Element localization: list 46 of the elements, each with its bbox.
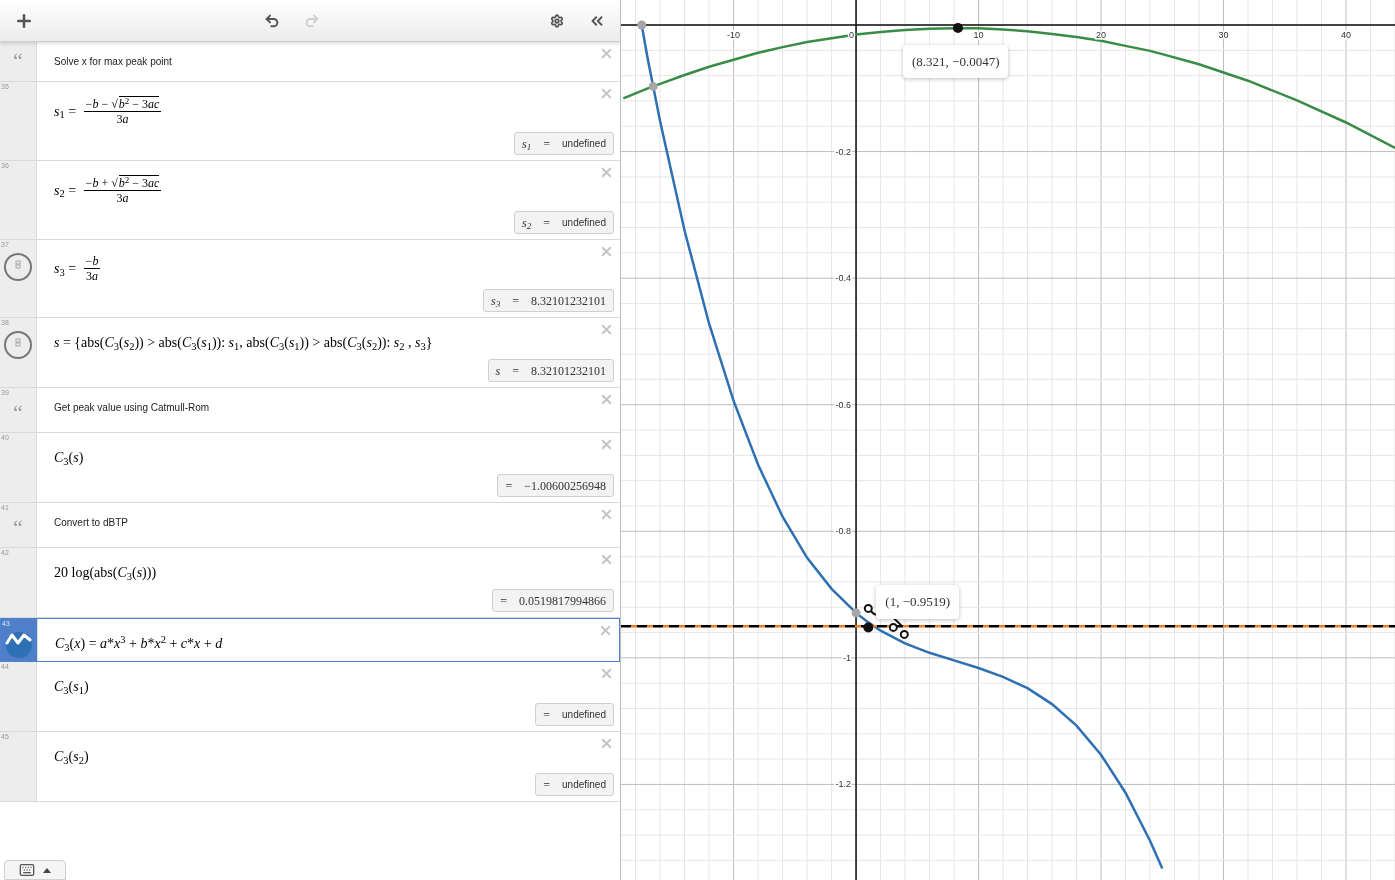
axis-label: 40: [1341, 30, 1351, 40]
formula: x$^{2}$ + c: [154, 633, 187, 653]
note-text: Solve x for max peak point: [54, 55, 172, 69]
fraction: −b + √b$^{2}$ − 3ac 3a: [83, 175, 162, 205]
formula: C$_{3}$(s$_{1}$): [54, 678, 89, 697]
axis-label: 10: [973, 30, 984, 40]
result-badge: s$_{2}$ = undefined: [514, 211, 614, 234]
formula: x$^{3}$ + b: [114, 633, 148, 653]
quote-icon: “: [13, 50, 23, 72]
formula: s$_{2}$ =: [54, 181, 78, 201]
note-text: Convert to dBTP: [54, 516, 128, 530]
fraction: −b 3a: [83, 254, 101, 283]
point-tooltip: (1, −0.9519): [876, 585, 960, 619]
formula: C$_{3}$(x) = a: [55, 635, 108, 654]
axis-label: -0.4: [835, 273, 852, 284]
result-badge: s = 8.32101232101: [487, 359, 614, 382]
quote-icon: “: [13, 402, 23, 424]
axis-label: -0.8: [835, 526, 852, 537]
axis-label: -1: [843, 652, 852, 663]
axis-label: -0.6: [835, 399, 852, 410]
result-badge: = 0.0519817994866: [492, 589, 614, 612]
result-badge: = undefined: [535, 773, 614, 796]
formula: C$_{3}$(s$_{2}$): [54, 748, 89, 767]
formula: 20 log(abs(C$_{3}$(s))): [54, 564, 157, 583]
axis-label: -1.2: [835, 779, 852, 790]
quote-icon: “: [13, 517, 23, 539]
point-tooltip: (8.321, −0.0047): [902, 44, 1009, 79]
axis-label: 0: [849, 30, 855, 40]
axis-label: -10: [727, 30, 741, 40]
result-badge: s$_{3}$ = 8.32101232101: [483, 289, 614, 312]
axis-label: -0.2: [835, 146, 852, 157]
formula: *: [187, 635, 194, 653]
result-badge: = −1.00600256948: [497, 474, 614, 497]
formula: s$_{3}$ =: [54, 260, 78, 279]
axis-label: 30: [1218, 30, 1229, 40]
note-text: Get peak value using Catmull-Rom: [54, 401, 210, 415]
formula: *: [107, 635, 115, 653]
formula: s$_{1}$ =: [54, 102, 78, 122]
formula: s = {abs(C$_{3}$(s$_{2}$)) > abs(C$_{3}$(s$_{1}$)): s$_{1}$, abs(C$_{3}$(s$_{1}$)) > abs(C$_{3}$(s$_{2}$)): s$_{2}$ , s$_{3}$}: [54, 334, 433, 353]
result-badge: = undefined: [535, 703, 614, 726]
fraction: −b − √b$^{2}$ − 3ac 3a: [83, 96, 162, 126]
formula: *: [147, 635, 155, 653]
result-badge: s$_{1}$ = undefined: [514, 132, 614, 155]
formula: x + d: [194, 635, 223, 653]
axis-label: 20: [1096, 30, 1107, 40]
formula: C$_{3}$(s): [54, 449, 84, 468]
